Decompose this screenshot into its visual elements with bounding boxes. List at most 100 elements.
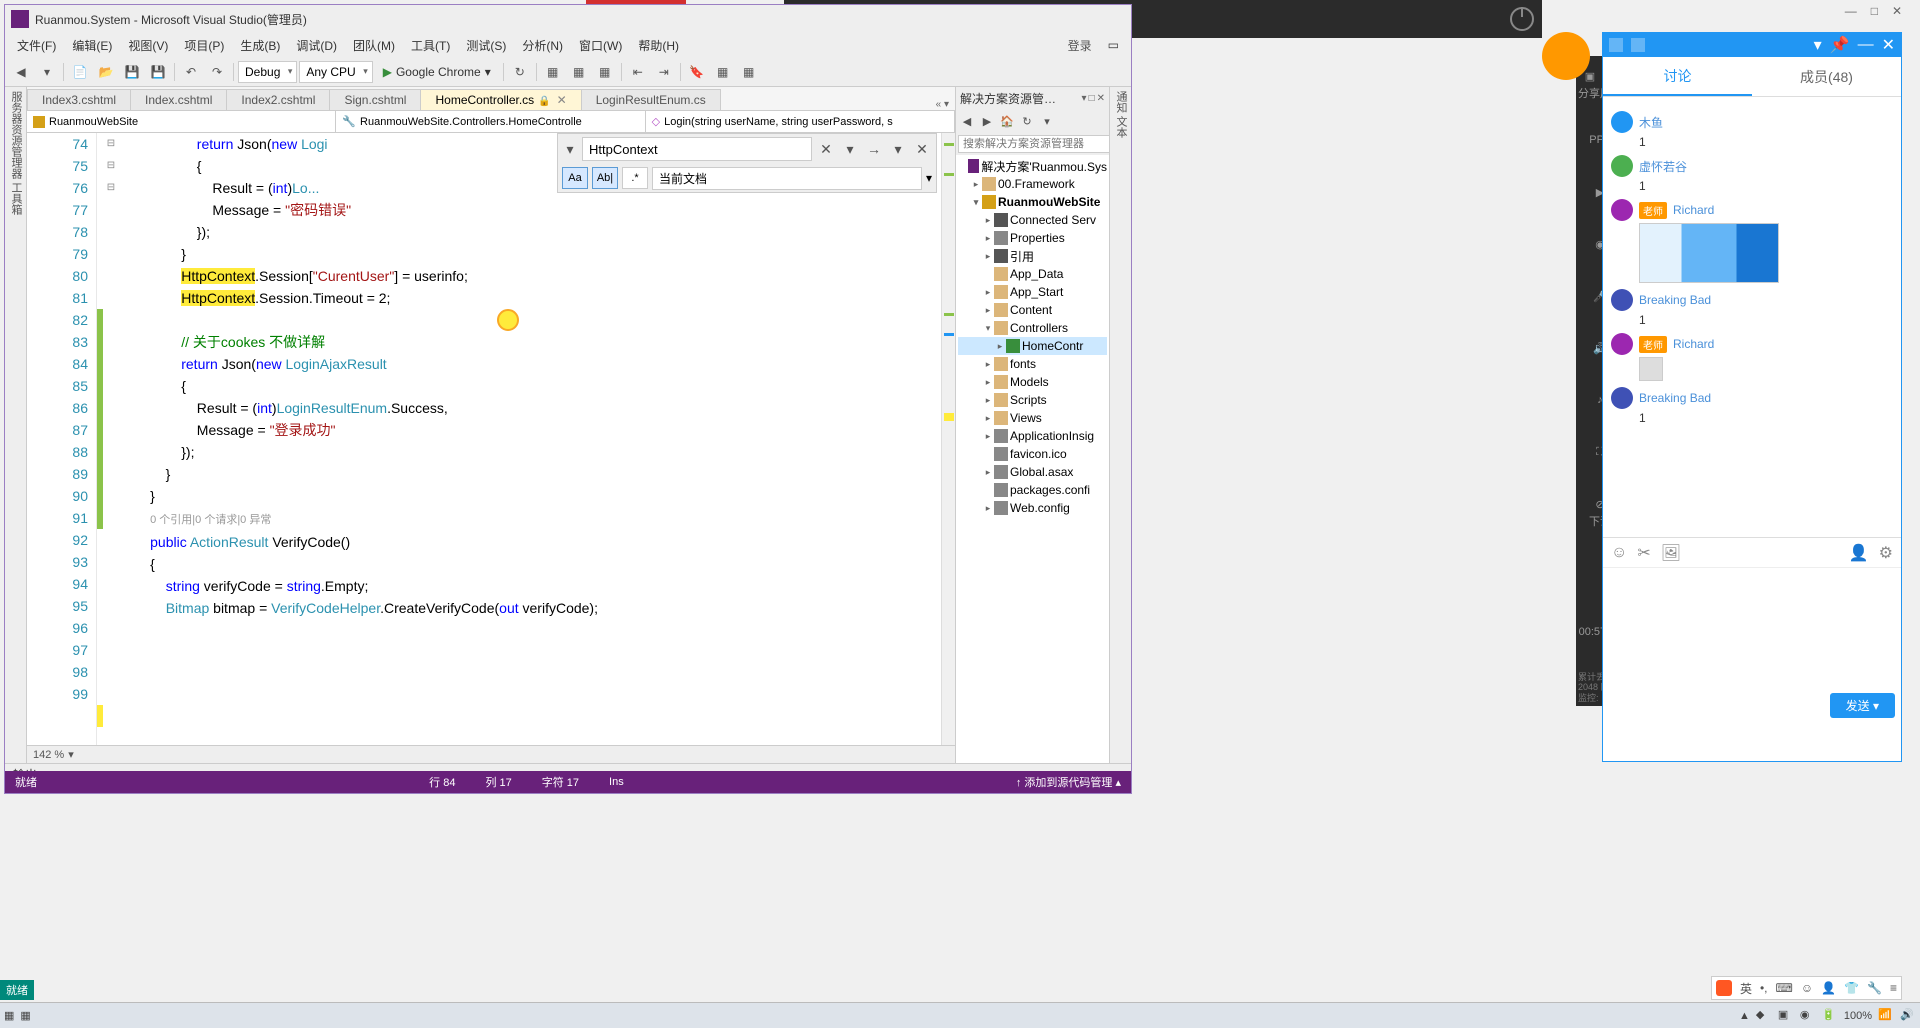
minimize-icon[interactable]: — (1845, 4, 1857, 18)
tree-item-2[interactable]: ▾RuanmouWebSite (958, 193, 1107, 211)
floating-avatar[interactable] (1542, 32, 1590, 80)
vs-left-rail[interactable]: 服务器资源管理器 工具箱 (5, 87, 27, 763)
emoji-icon[interactable]: ☺ (1611, 544, 1627, 562)
find-close-icon[interactable]: ✕ (912, 141, 932, 158)
undo-icon[interactable]: ↶ (179, 61, 203, 83)
nav-method-dropdown[interactable]: ◇Login(string userName, string userPassw… (646, 111, 955, 132)
tree-item-12[interactable]: ▸Models (958, 373, 1107, 391)
tree-item-6[interactable]: App_Data (958, 265, 1107, 283)
tree-item-5[interactable]: ▸引用 (958, 247, 1107, 265)
find-input[interactable] (582, 137, 812, 161)
status-scm[interactable]: ↑ 添加到源代码管理 ▴ (1016, 774, 1121, 790)
sol-fwd-icon[interactable]: ▶ (978, 112, 996, 130)
tree-item-17[interactable]: ▸Global.asax (958, 463, 1107, 481)
tree-item-19[interactable]: ▸Web.config (958, 499, 1107, 517)
tree-item-3[interactable]: ▸Connected Serv (958, 211, 1107, 229)
tb-icon-3[interactable]: ▦ (593, 61, 617, 83)
sol-pin-icon[interactable]: □ (1089, 93, 1095, 104)
sol-home-icon[interactable]: 🏠 (998, 112, 1016, 130)
menu-8[interactable]: 项目(P) (178, 35, 230, 56)
scissors-icon[interactable]: ✂ (1637, 543, 1650, 563)
send-button[interactable]: 发送 ▾ (1830, 693, 1895, 718)
find-scope-dropdown[interactable]: 当前文档 (652, 167, 922, 190)
chevron-down-icon[interactable]: ▾ (1814, 35, 1822, 55)
menu-4[interactable]: 工具(T) (405, 35, 456, 56)
regex-button[interactable]: .* (622, 167, 648, 189)
editor-tab-2[interactable]: Index2.cshtml (226, 89, 330, 110)
redo-icon[interactable]: ↷ (205, 61, 229, 83)
tray-volume-icon[interactable]: 🔊 (1900, 1008, 1916, 1024)
find-prev-icon[interactable]: ▾ (888, 141, 908, 158)
ime-face-icon[interactable]: ☺ (1801, 981, 1813, 995)
menu-2[interactable]: 分析(N) (516, 35, 569, 56)
tray-icon-3[interactable]: ◉ (1800, 1008, 1816, 1024)
find-next-icon[interactable]: → (864, 141, 884, 157)
save-all-icon[interactable]: 💾 (146, 61, 170, 83)
ime-keyboard-icon[interactable]: ⌨ (1776, 981, 1793, 995)
tray-icon-4[interactable]: 🔋 (1822, 1008, 1838, 1024)
sol-close-icon[interactable]: ✕ (1097, 93, 1105, 104)
tab-members[interactable]: 成员(48) (1752, 57, 1901, 96)
find-expand-icon[interactable]: ▾ (562, 141, 578, 158)
code-editor[interactable]: 7475767778798081828384858687888990919293… (27, 133, 955, 745)
back-icon[interactable]: ◀ (9, 61, 33, 83)
menu-6[interactable]: 调试(D) (290, 35, 343, 56)
tab-discuss[interactable]: 讨论 (1603, 57, 1752, 96)
ime-bar[interactable]: 英 •, ⌨ ☺ 👤 👕 🔧 ≡ (1711, 976, 1902, 1000)
vs-right-rail[interactable]: 通知 文本 (1109, 87, 1131, 763)
new-icon[interactable]: 📄 (68, 61, 92, 83)
ime-skin-icon[interactable]: 👕 (1844, 981, 1859, 995)
match-case-button[interactable]: Aa (562, 167, 588, 189)
tree-item-0[interactable]: 解决方案'Ruanmou.Sys (958, 157, 1107, 175)
tree-item-18[interactable]: packages.confi (958, 481, 1107, 499)
solution-search-input[interactable] (958, 135, 1110, 153)
vs-notifications-icon[interactable]: ▭ (1102, 36, 1125, 54)
tree-item-8[interactable]: ▸Content (958, 301, 1107, 319)
tree-item-14[interactable]: ▸Views (958, 409, 1107, 427)
tree-item-13[interactable]: ▸Scripts (958, 391, 1107, 409)
editor-tab-5[interactable]: LoginResultEnum.cs (581, 89, 721, 110)
tab-overflow-icon[interactable]: « ▾ (930, 99, 955, 110)
forward-icon[interactable]: ▾ (35, 61, 59, 83)
whole-word-button[interactable]: Ab| (592, 167, 618, 189)
pin-icon[interactable]: 📌 (1830, 35, 1850, 55)
sol-more-icon[interactable]: ▾ (1038, 112, 1056, 130)
menu-3[interactable]: 测试(S) (460, 35, 512, 56)
menu-10[interactable]: 编辑(E) (66, 35, 118, 56)
tray-up-icon[interactable]: ▲ (1739, 1010, 1750, 1022)
power-icon[interactable] (1510, 7, 1534, 31)
bookmark-icon[interactable]: 🔖 (685, 61, 709, 83)
tb-icon-2[interactable]: ▦ (567, 61, 591, 83)
menu-5[interactable]: 团队(M) (347, 35, 401, 56)
tray-icon-2[interactable]: ▣ (1778, 1008, 1794, 1024)
find-close-input-icon[interactable]: ✕ (816, 141, 836, 158)
ime-punct-icon[interactable]: •, (1760, 981, 1768, 995)
sol-sync-icon[interactable]: ↻ (1018, 112, 1036, 130)
editor-tab-4[interactable]: HomeController.cs🔒✕ (420, 89, 581, 110)
nav-project-dropdown[interactable]: RuanmouWebSite (27, 111, 336, 132)
indent-left-icon[interactable]: ⇤ (626, 61, 650, 83)
tree-item-1[interactable]: ▸00.Framework (958, 175, 1107, 193)
platform-dropdown[interactable]: Any CPU (299, 61, 372, 83)
tb-icon-1[interactable]: ▦ (541, 61, 565, 83)
tree-item-11[interactable]: ▸fonts (958, 355, 1107, 373)
uncomment-icon[interactable]: ▦ (737, 61, 761, 83)
scope-dd-icon[interactable]: ▾ (926, 171, 932, 185)
editor-tab-3[interactable]: Sign.cshtml (329, 89, 421, 110)
menu-0[interactable]: 帮助(H) (632, 35, 685, 56)
ime-lang[interactable]: 英 (1740, 980, 1752, 997)
refresh-icon[interactable]: ↻ (508, 61, 532, 83)
menu-9[interactable]: 视图(V) (122, 35, 174, 56)
find-dropdown-icon[interactable]: ▾ (840, 141, 860, 158)
gear-icon[interactable]: ⚙ (1879, 543, 1893, 563)
menu-1[interactable]: 窗口(W) (573, 35, 628, 56)
ime-user-icon[interactable]: 👤 (1821, 981, 1836, 995)
config-dropdown[interactable]: Debug (238, 61, 297, 83)
editor-tab-0[interactable]: Index3.cshtml (27, 89, 131, 110)
tree-item-4[interactable]: ▸Properties (958, 229, 1107, 247)
indent-right-icon[interactable]: ⇥ (652, 61, 676, 83)
header-icon-2[interactable] (1631, 38, 1645, 52)
menu-7[interactable]: 生成(B) (234, 35, 286, 56)
tray-icon-1[interactable]: ◆ (1756, 1008, 1772, 1024)
ime-tool-icon[interactable]: 🔧 (1867, 981, 1882, 995)
